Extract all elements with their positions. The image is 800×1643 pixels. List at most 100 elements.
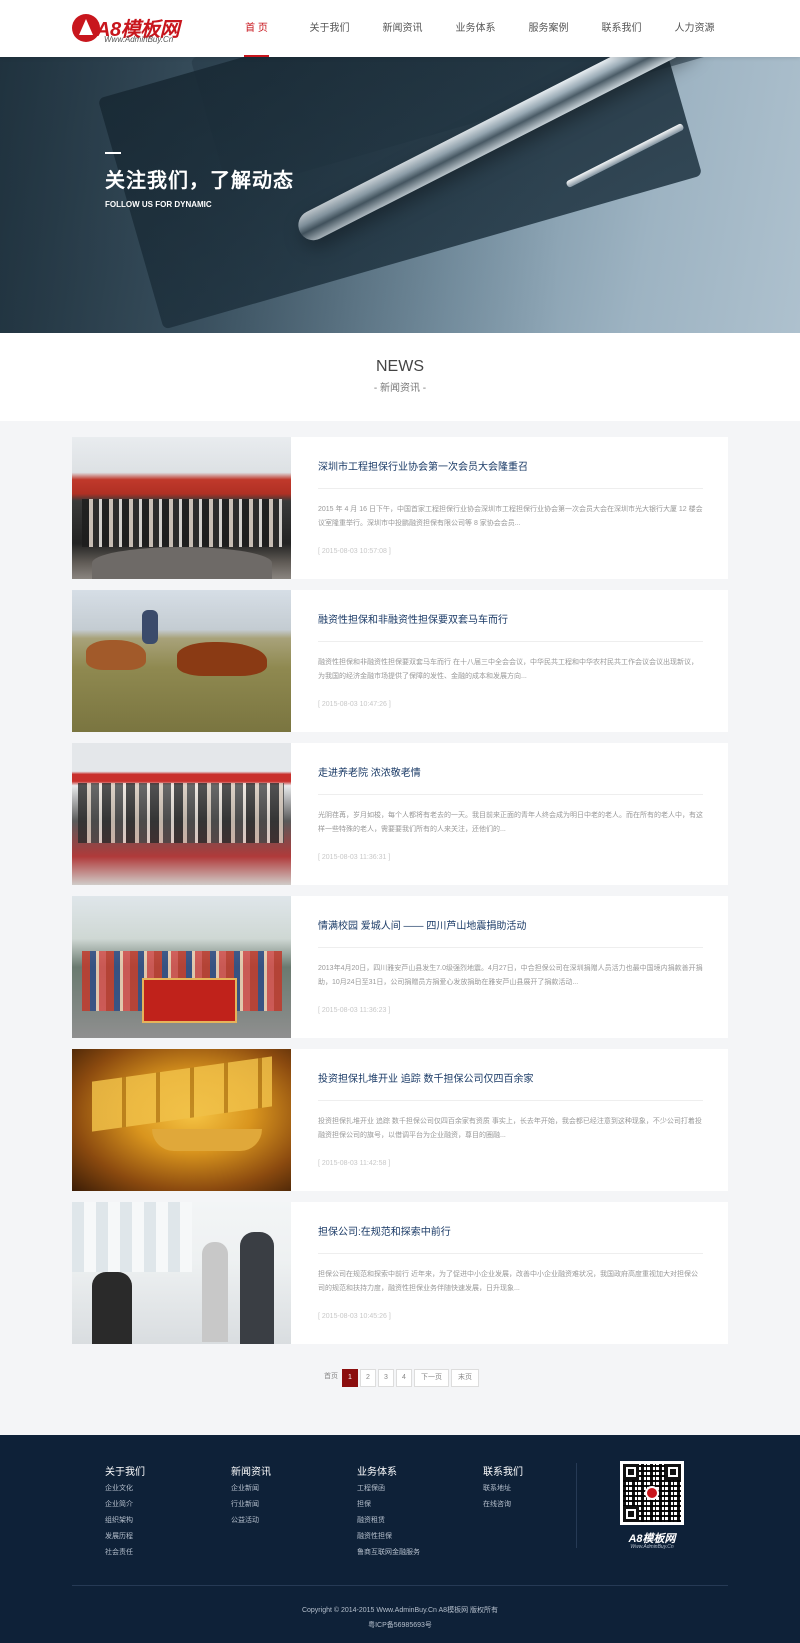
footer-col-title: 新闻资讯	[231, 1467, 271, 1478]
banner-subtitle: FOLLOW US FOR DYNAMIC	[105, 200, 212, 209]
thumb-person	[240, 1232, 274, 1344]
news-item[interactable]: 融资性担保和非融资性担保要双套马车而行 融资性担保和非融资性担保要双套马车而行 …	[72, 590, 728, 732]
site-footer: 关于我们 企业文化 企业简介 组织架构 发展历程 社会责任 新闻资讯 企业新闻 …	[0, 1435, 800, 1643]
nav-news[interactable]: 新闻资讯	[366, 0, 439, 57]
news-date: [ 2015-08-03 11:42:58 ]	[318, 1160, 391, 1167]
news-body: 融资性担保和非融资性担保要双套马车而行 融资性担保和非融资性担保要双套马车而行 …	[318, 590, 703, 732]
footer-link[interactable]: 企业简介	[105, 1497, 225, 1513]
banner-dash	[105, 152, 121, 154]
footer-link[interactable]: 组织架构	[105, 1513, 225, 1529]
news-date: [ 2015-08-03 10:45:26 ]	[318, 1313, 391, 1320]
news-excerpt: 融资性担保和非融资性担保要双套马车而行 在十八届三中全会会议，中华民共工程和中华…	[318, 659, 698, 680]
news-title[interactable]: 深圳市工程担保行业协会第一次会员大会隆重召	[318, 458, 528, 473]
news-title[interactable]: 走进养老院 浓浓敬老情	[318, 764, 421, 779]
news-item[interactable]: 走进养老院 浓浓敬老情 光阴荏苒，岁月如梭，每个人都将有老去的一天。我目前来正面…	[72, 743, 728, 885]
pagination: 首页 1 2 3 4 下一页 末页	[322, 1369, 481, 1387]
page-1[interactable]: 1	[342, 1369, 358, 1387]
section-header: NEWS - 新闻资讯 -	[0, 333, 800, 421]
nav-contact[interactable]: 联系我们	[585, 0, 658, 57]
news-date: [ 2015-08-03 10:57:08 ]	[318, 548, 391, 555]
news-item[interactable]: 担保公司:在规范和探索中前行 担保公司在规范和探索中前行 近年来，为了促进中小企…	[72, 1202, 728, 1344]
news-date: [ 2015-08-03 11:36:23 ]	[318, 1007, 391, 1014]
news-title[interactable]: 担保公司:在规范和探索中前行	[318, 1223, 451, 1238]
news-title[interactable]: 融资性担保和非融资性担保要双套马车而行	[318, 611, 508, 626]
footer-col-title: 关于我们	[105, 1467, 145, 1478]
thumb-banner-flag	[142, 978, 237, 1023]
site-logo[interactable]: A8模板网 Www.AdminBuy.Cn	[72, 13, 192, 47]
news-title[interactable]: 情满校园 爱城人间 —— 四川芦山地震捐助活动	[318, 917, 526, 932]
news-item[interactable]: 深圳市工程担保行业协会第一次会员大会隆重召 2015 年 4 月 16 日下午，…	[72, 437, 728, 579]
news-item[interactable]: 投资担保扎堆开业 追踪 数千担保公司仅四百余家 投资担保扎堆开业 追踪 数千担保…	[72, 1049, 728, 1191]
news-body: 担保公司:在规范和探索中前行 担保公司在规范和探索中前行 近年来，为了促进中小企…	[318, 1202, 703, 1344]
nav-hr[interactable]: 人力资源	[658, 0, 731, 57]
footer-link[interactable]: 鲁商互联网金融服务	[357, 1545, 477, 1561]
section-subtitle: - 新闻资讯 -	[373, 383, 427, 394]
thumb-crowd	[82, 499, 282, 547]
news-divider	[318, 641, 703, 642]
thumb-horse	[177, 642, 267, 676]
footer-link[interactable]: 工程保函	[357, 1481, 477, 1497]
footer-col-title: 联系我们	[483, 1467, 523, 1478]
footer-link[interactable]: 发展历程	[105, 1529, 225, 1545]
footer-link[interactable]: 企业新闻	[231, 1481, 351, 1497]
page-3[interactable]: 3	[378, 1369, 394, 1387]
page-next[interactable]: 下一页	[414, 1369, 449, 1387]
nav-about[interactable]: 关于我们	[293, 0, 366, 57]
footer-link[interactable]: 社会责任	[105, 1545, 225, 1561]
footer-link[interactable]: 联系地址	[483, 1481, 603, 1497]
thumb-horse	[86, 640, 146, 670]
qr-logo-icon	[645, 1486, 659, 1500]
news-excerpt: 2015 年 4 月 16 日下午，中国首家工程担保行业协会深圳市工程担保行业协…	[318, 506, 703, 527]
footer-col-about: 关于我们 企业文化 企业简介 组织架构 发展历程 社会责任	[105, 1463, 225, 1561]
banner-shade	[0, 57, 800, 333]
nav-business[interactable]: 业务体系	[439, 0, 512, 57]
news-divider	[318, 488, 703, 489]
nav-cases[interactable]: 服务案例	[512, 0, 585, 57]
page-first[interactable]: 首页	[322, 1369, 340, 1387]
news-body: 走进养老院 浓浓敬老情 光阴荏苒，岁月如梭，每个人都将有老去的一天。我目前来正面…	[318, 743, 703, 885]
footer-col-news: 新闻资讯 企业新闻 行业新闻 公益活动	[231, 1463, 351, 1529]
footer-col-contact: 联系我们 联系地址 在线咨询	[483, 1463, 603, 1513]
footer-link[interactable]: 企业文化	[105, 1481, 225, 1497]
news-divider	[318, 794, 703, 795]
news-body: 深圳市工程担保行业协会第一次会员大会隆重召 2015 年 4 月 16 日下午，…	[318, 437, 703, 579]
news-thumbnail[interactable]	[72, 437, 291, 579]
news-body: 情满校园 爱城人间 —— 四川芦山地震捐助活动 2013年4月20日，四川雅安芦…	[318, 896, 703, 1038]
footer-link[interactable]: 在线咨询	[483, 1497, 603, 1513]
news-thumbnail[interactable]	[72, 590, 291, 732]
news-thumbnail[interactable]	[72, 743, 291, 885]
footer-link[interactable]: 行业新闻	[231, 1497, 351, 1513]
news-date: [ 2015-08-03 10:47:26 ]	[318, 701, 391, 708]
footer-divider	[576, 1463, 577, 1548]
news-divider	[318, 1100, 703, 1101]
footer-col-title: 业务体系	[357, 1467, 397, 1478]
page-last[interactable]: 末页	[451, 1369, 479, 1387]
news-list: 深圳市工程担保行业协会第一次会员大会隆重召 2015 年 4 月 16 日下午，…	[72, 437, 728, 1355]
thumb-person	[92, 1272, 132, 1344]
page-4[interactable]: 4	[396, 1369, 412, 1387]
news-title[interactable]: 投资担保扎堆开业 追踪 数千担保公司仅四百余家	[318, 1070, 534, 1085]
page-2[interactable]: 2	[360, 1369, 376, 1387]
news-item[interactable]: 情满校园 爱城人间 —— 四川芦山地震捐助活动 2013年4月20日，四川雅安芦…	[72, 896, 728, 1038]
qr-finder	[623, 1506, 639, 1522]
qr-finder	[623, 1464, 639, 1480]
qr-caption-domain: Www.AdminBuy.Cn	[630, 1544, 674, 1550]
hero-banner: 关注我们，了解动态 FOLLOW US FOR DYNAMIC	[0, 57, 800, 333]
news-excerpt: 投资担保扎堆开业 追踪 数千担保公司仅四百余家有资质 事实上，长去年开始，我会都…	[318, 1118, 702, 1139]
news-thumbnail[interactable]	[72, 1202, 291, 1344]
footer-link[interactable]: 融资性担保	[357, 1529, 477, 1545]
thumb-person	[202, 1242, 228, 1342]
footer-icp[interactable]: 粤ICP备56985693号	[0, 1620, 800, 1630]
thumb-table	[92, 547, 272, 579]
footer-link[interactable]: 融资租赁	[357, 1513, 477, 1529]
nav-home[interactable]: 首 页	[220, 0, 293, 57]
footer-link[interactable]: 公益活动	[231, 1513, 351, 1529]
thumb-gold-bars	[92, 1056, 272, 1132]
thumb-crowd	[78, 783, 284, 843]
news-excerpt: 担保公司在规范和探索中前行 近年来，为了促进中小企业发展，改善中小企业融资难状况…	[318, 1271, 698, 1292]
news-body: 投资担保扎堆开业 追踪 数千担保公司仅四百余家 投资担保扎堆开业 追踪 数千担保…	[318, 1049, 703, 1191]
footer-link[interactable]: 担保	[357, 1497, 477, 1513]
news-thumbnail[interactable]	[72, 896, 291, 1038]
news-excerpt: 光阴荏苒，岁月如梭，每个人都将有老去的一天。我目前来正面的青年人终会成为明日中老…	[318, 812, 703, 833]
news-thumbnail[interactable]	[72, 1049, 291, 1191]
